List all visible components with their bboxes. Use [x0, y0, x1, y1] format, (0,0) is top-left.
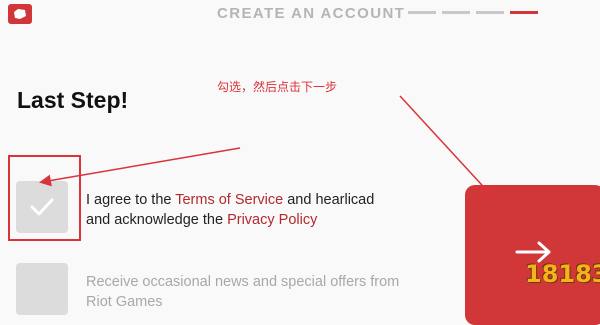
- next-button[interactable]: [465, 185, 600, 325]
- page-header-title: CREATE AN ACCOUNT: [217, 5, 406, 22]
- progress-step-1: [408, 11, 436, 14]
- progress-step-4: [510, 11, 538, 14]
- terms-text-3: and acknowledge the: [86, 212, 228, 228]
- page-title: Last Step!: [17, 87, 129, 113]
- progress-step-3: [476, 11, 504, 14]
- watermark-logo: 18183: [525, 260, 600, 288]
- progress-step-2: [442, 11, 470, 14]
- news-consent-text: Receive occasional news and special offe…: [86, 274, 400, 310]
- news-checkbox[interactable]: [16, 263, 68, 315]
- tutorial-annotation: 勾选，然后点击下一步: [217, 80, 338, 94]
- riot-fist-icon: [14, 9, 26, 19]
- terms-of-service-link[interactable]: Terms of Service: [175, 192, 283, 208]
- arrow-to-next-button: [399, 95, 495, 199]
- privacy-policy-link[interactable]: Privacy Policy: [227, 212, 317, 228]
- riot-logo: [8, 4, 32, 24]
- terms-text-1: I agree to the: [86, 192, 176, 208]
- terms-consent-text: I agree to the Terms of Service and hear…: [86, 190, 416, 230]
- progress-indicator: [408, 11, 538, 14]
- terms-text-2: and hearlicad: [283, 192, 375, 208]
- annotation-highlight-box: [8, 155, 81, 241]
